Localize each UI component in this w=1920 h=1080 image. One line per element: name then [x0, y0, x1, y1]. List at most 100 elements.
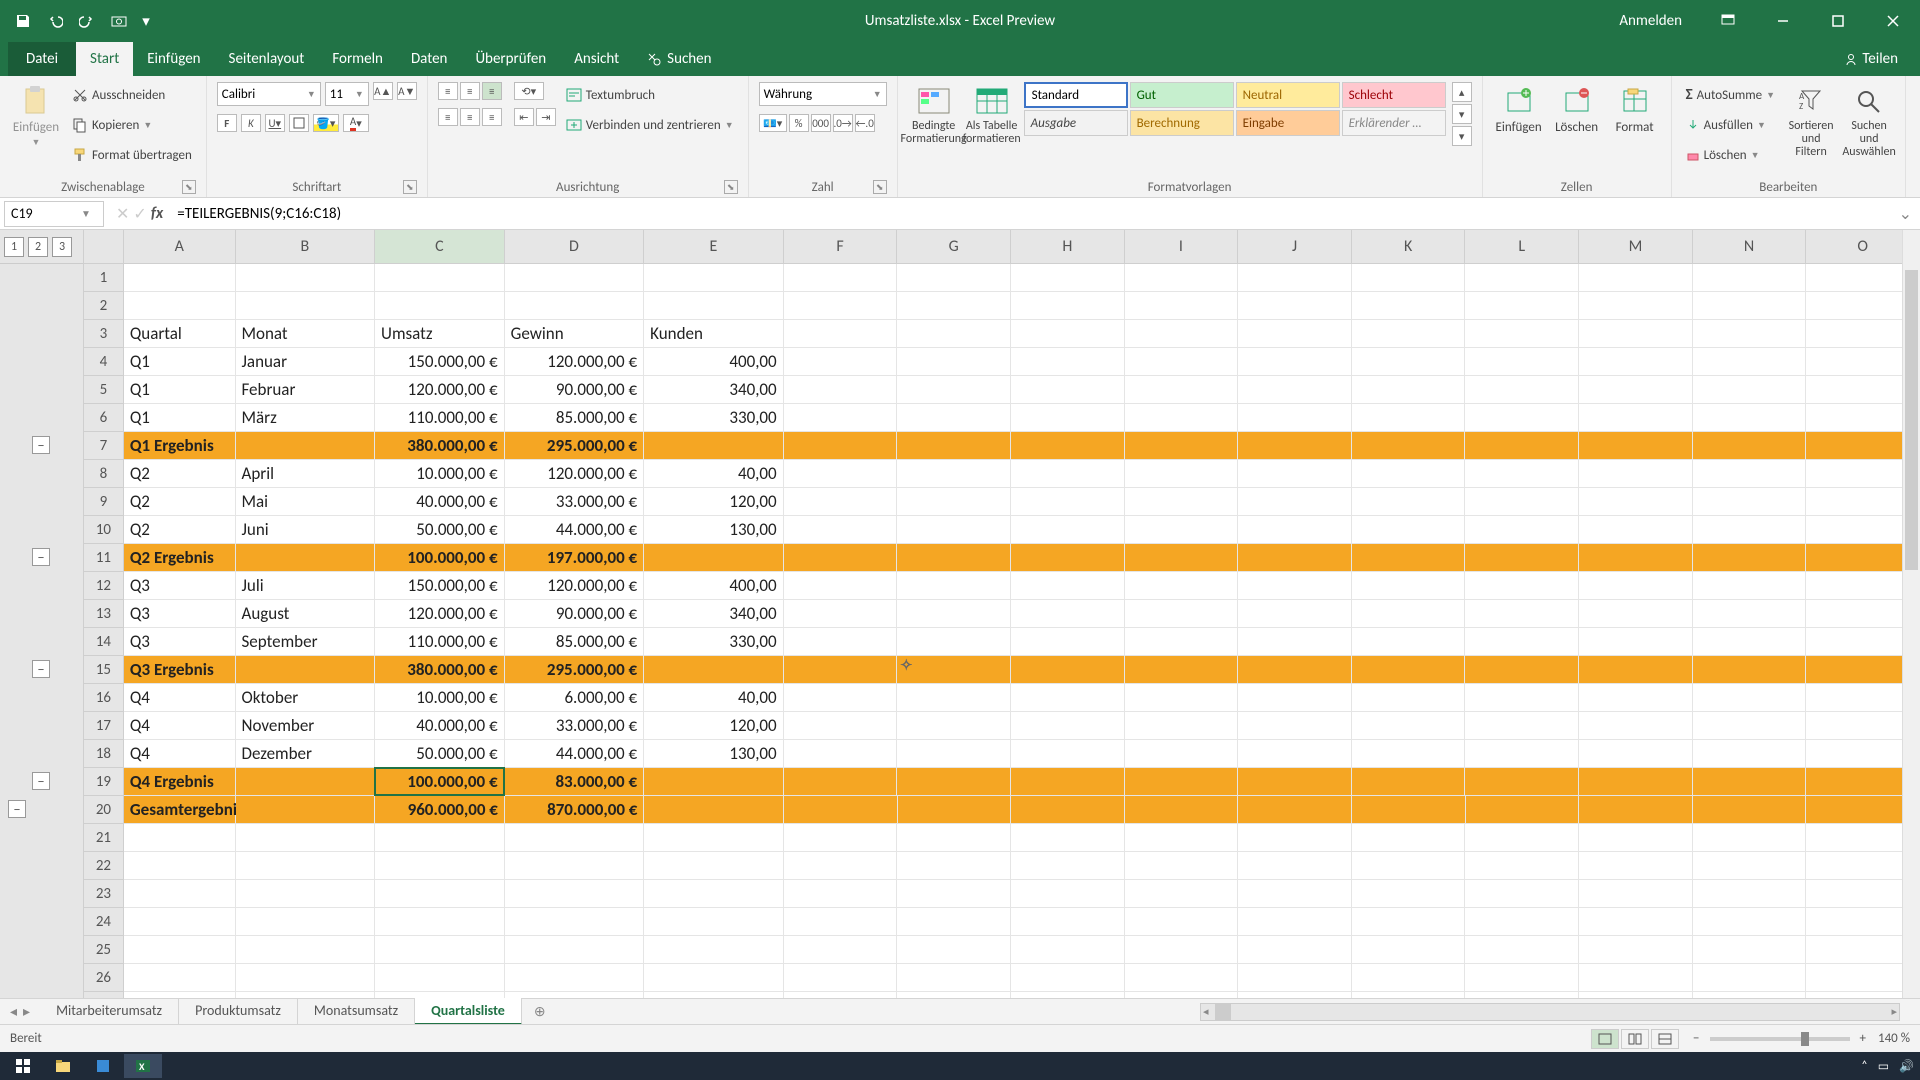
- cell[interactable]: 340,00: [644, 600, 784, 628]
- fx-icon[interactable]: fx: [151, 204, 163, 224]
- tab-insert[interactable]: Einfügen: [133, 42, 214, 76]
- number-format-select[interactable]: Währung▼: [759, 82, 887, 106]
- cell[interactable]: [1579, 460, 1693, 488]
- cell[interactable]: 6.000,00 €: [505, 684, 645, 712]
- cell[interactable]: [1693, 824, 1807, 852]
- cell[interactable]: [897, 684, 1011, 712]
- cell[interactable]: [236, 544, 376, 572]
- cell[interactable]: [897, 824, 1011, 852]
- cell[interactable]: [1011, 880, 1125, 908]
- cancel-formula-icon[interactable]: ✕: [116, 204, 129, 224]
- cell[interactable]: 100.000,00 €: [375, 768, 505, 796]
- cell[interactable]: [644, 768, 784, 796]
- cell[interactable]: [897, 320, 1011, 348]
- cell[interactable]: 120.000,00 €: [505, 572, 645, 600]
- underline-button[interactable]: U▾: [265, 114, 285, 132]
- cell[interactable]: Q1 Ergebnis: [124, 432, 236, 460]
- cell[interactable]: [1693, 628, 1807, 656]
- cell[interactable]: [1465, 488, 1579, 516]
- cell[interactable]: [1238, 460, 1352, 488]
- cell[interactable]: [236, 432, 376, 460]
- cell[interactable]: [1579, 740, 1693, 768]
- format-painter-button[interactable]: Format übertragen: [68, 142, 196, 168]
- cell[interactable]: [1352, 376, 1466, 404]
- cell[interactable]: 44.000,00 €: [505, 516, 645, 544]
- cell[interactable]: Q3: [124, 628, 236, 656]
- col-header-D[interactable]: D: [505, 230, 645, 263]
- cell[interactable]: [897, 544, 1011, 572]
- orientation-button[interactable]: ⟲▾: [514, 82, 544, 100]
- cell[interactable]: [1465, 964, 1579, 992]
- cell[interactable]: 50.000,00 €: [375, 740, 505, 768]
- cell[interactable]: [236, 292, 376, 320]
- tab-home[interactable]: Start: [76, 42, 133, 76]
- cell[interactable]: [784, 348, 898, 376]
- cell[interactable]: [644, 264, 784, 292]
- cell[interactable]: [1238, 432, 1352, 460]
- cell[interactable]: [784, 936, 898, 964]
- cell[interactable]: 400,00: [644, 348, 784, 376]
- cell[interactable]: [784, 292, 898, 320]
- cell[interactable]: [1011, 964, 1125, 992]
- row-header[interactable]: 2: [84, 292, 124, 320]
- cell[interactable]: [1125, 656, 1239, 684]
- cell[interactable]: [1693, 432, 1807, 460]
- cell[interactable]: [124, 292, 236, 320]
- cell[interactable]: Gewinn: [505, 320, 645, 348]
- cell[interactable]: 10.000,00 €: [375, 684, 505, 712]
- zoom-level[interactable]: 140 %: [1878, 1031, 1910, 1046]
- cell[interactable]: [784, 376, 898, 404]
- cell[interactable]: Dezember: [236, 740, 376, 768]
- row-header[interactable]: 14: [84, 628, 124, 656]
- view-page-layout-button[interactable]: [1621, 1029, 1649, 1049]
- cell[interactable]: [1579, 908, 1693, 936]
- autosum-button[interactable]: ΣAutoSumme▼: [1682, 82, 1779, 108]
- cell[interactable]: 130,00: [644, 740, 784, 768]
- cell[interactable]: [1579, 432, 1693, 460]
- cell[interactable]: [1011, 936, 1125, 964]
- delete-cells-button[interactable]: Löschen: [1551, 82, 1603, 137]
- cell[interactable]: [1693, 880, 1807, 908]
- cell[interactable]: [1238, 908, 1352, 936]
- tab-review[interactable]: Überprüfen: [461, 42, 560, 76]
- cell[interactable]: [1125, 572, 1239, 600]
- cell[interactable]: [1125, 852, 1239, 880]
- format-cells-button[interactable]: Format: [1609, 82, 1661, 137]
- cell[interactable]: 85.000,00 €: [505, 628, 645, 656]
- cell[interactable]: [1579, 404, 1693, 432]
- cell[interactable]: [236, 768, 376, 796]
- cell[interactable]: [1465, 544, 1579, 572]
- row-header[interactable]: 18: [84, 740, 124, 768]
- cell[interactable]: Q1: [124, 376, 236, 404]
- col-header-I[interactable]: I: [1125, 230, 1239, 263]
- font-launcher[interactable]: ⬊: [403, 180, 417, 194]
- cell[interactable]: [1579, 712, 1693, 740]
- cell[interactable]: [784, 880, 898, 908]
- cell[interactable]: [1011, 824, 1125, 852]
- cell[interactable]: [784, 572, 898, 600]
- cell[interactable]: [1352, 936, 1466, 964]
- cell[interactable]: [1465, 320, 1579, 348]
- outline-collapse-button[interactable]: −: [8, 800, 26, 818]
- cell[interactable]: 110.000,00 €: [375, 628, 505, 656]
- cell[interactable]: [897, 264, 1011, 292]
- cell[interactable]: [375, 852, 505, 880]
- zoom-out-button[interactable]: −: [1693, 1031, 1699, 1046]
- cell[interactable]: [1693, 600, 1807, 628]
- cell[interactable]: Februar: [236, 376, 376, 404]
- cell[interactable]: [1693, 460, 1807, 488]
- cell[interactable]: [784, 488, 898, 516]
- task-explorer[interactable]: [44, 1054, 82, 1078]
- cell[interactable]: [1352, 264, 1466, 292]
- task-excel[interactable]: X: [124, 1054, 162, 1078]
- cell[interactable]: [375, 880, 505, 908]
- cell[interactable]: [897, 712, 1011, 740]
- tray-network-icon[interactable]: ▭: [1878, 1059, 1889, 1074]
- cell[interactable]: [1011, 740, 1125, 768]
- cell[interactable]: [505, 936, 645, 964]
- cell[interactable]: [1011, 460, 1125, 488]
- cell[interactable]: [1125, 264, 1239, 292]
- cell[interactable]: [1352, 292, 1466, 320]
- cell[interactable]: [784, 600, 898, 628]
- cell[interactable]: [236, 908, 376, 936]
